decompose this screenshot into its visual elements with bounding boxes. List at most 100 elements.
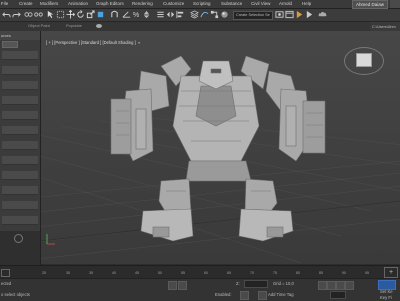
panel-header: urces — [0, 31, 40, 40]
select-region-icon[interactable] — [56, 10, 65, 19]
time-tag-icon[interactable] — [258, 291, 267, 300]
z-coordinate-field[interactable] — [244, 280, 268, 288]
timeline-tick: 40 — [112, 271, 116, 275]
perspective-viewport[interactable]: [ + ] [Perspective ] [Standard ] [Defaul… — [41, 31, 400, 264]
menu-item-modifiers[interactable]: Modifiers — [40, 1, 58, 6]
menu-item-animation[interactable]: Animation — [68, 1, 88, 6]
menu-item-file[interactable]: File — [1, 1, 8, 6]
set-key-label[interactable]: Set Ke — [380, 289, 393, 294]
align-icon[interactable] — [176, 10, 185, 19]
mirror-icon[interactable] — [166, 10, 175, 19]
grid-size: Grid = 10,0 — [273, 281, 294, 286]
world-axis-tripod — [46, 234, 55, 245]
mini-curve-editor-icon[interactable] — [1, 269, 10, 277]
time-track-bar[interactable]: 25 30 35 40 45 50 55 60 65 70 75 80 85 9… — [0, 265, 400, 278]
timeline-tick: 50 — [158, 271, 162, 275]
curve-editor-icon[interactable] — [200, 10, 209, 19]
edit-named-selection-icon[interactable] — [156, 10, 165, 19]
selection-status: ected — [1, 281, 12, 286]
svg-text:%: % — [133, 10, 140, 19]
selection-set-dropdown[interactable]: Create Selection Se — [233, 11, 273, 20]
timeline-tick: 30 — [66, 271, 70, 275]
render-setup-icon[interactable] — [275, 10, 284, 19]
add-time-tag[interactable]: Add Time Tag — [268, 292, 294, 297]
spinner-snap-icon[interactable] — [142, 10, 151, 19]
go-to-start-icon[interactable] — [318, 281, 327, 290]
list-item[interactable] — [2, 96, 38, 105]
redo-icon[interactable] — [12, 10, 21, 19]
material-editor-icon[interactable] — [220, 10, 229, 19]
schematic-view-icon[interactable] — [210, 10, 219, 19]
enabled-label: Enabled: — [215, 292, 232, 297]
next-frame-icon[interactable] — [345, 281, 354, 290]
list-item[interactable] — [2, 81, 38, 90]
menu-item-edit[interactable]: Create — [19, 1, 33, 6]
panel-dropdown[interactable] — [2, 41, 18, 48]
render-production-icon[interactable] — [295, 10, 304, 19]
unlink-icon[interactable] — [34, 10, 43, 19]
menu-item-scripting[interactable]: Scripting — [193, 1, 211, 6]
rotate-icon[interactable] — [76, 10, 85, 19]
timeline-tick: 55 — [181, 271, 185, 275]
list-item[interactable] — [2, 171, 38, 180]
menu-item-graph-editors[interactable]: Graph Editors — [96, 1, 124, 6]
lock-selection-icon[interactable] — [168, 281, 177, 290]
project-path: C:\Users\Ahm — [372, 25, 396, 29]
key-filters-label[interactable]: Key Fi — [380, 295, 392, 300]
timeline-tick: 45 — [135, 271, 139, 275]
select-icon[interactable] — [46, 10, 55, 19]
layer-icon[interactable] — [14, 234, 23, 243]
menu-item-arnold[interactable]: Arnold — [279, 1, 292, 6]
eye-icon[interactable] — [96, 24, 102, 28]
timeline-tick: 90 — [342, 271, 346, 275]
previous-frame-icon[interactable] — [327, 281, 336, 290]
a360-cloud-icon[interactable] — [318, 10, 327, 19]
menu-item-civil-view[interactable]: Civil View — [251, 1, 270, 6]
tab-populate[interactable]: Populate — [66, 23, 82, 28]
status-bar: ected o select objects Z: Grid = 10,0 Ad… — [0, 278, 400, 301]
menu-item-customize[interactable]: Customize — [163, 1, 184, 6]
play-icon[interactable] — [336, 281, 345, 290]
absolute-mode-icon[interactable] — [178, 281, 187, 290]
list-item[interactable] — [2, 216, 38, 225]
timeline-tick: 80 — [296, 271, 300, 275]
move-icon[interactable] — [66, 10, 75, 19]
list-item[interactable] — [2, 111, 38, 120]
menu-item-substance[interactable]: Substance — [221, 1, 242, 6]
timeline-tick: 35 — [89, 271, 93, 275]
menu-item-rendering[interactable]: Rendering — [132, 1, 153, 6]
place-icon[interactable] — [96, 10, 105, 19]
menu-bar: File Create Modifiers Animation Graph Ed… — [0, 0, 400, 9]
timeline-tick: 70 — [250, 271, 254, 275]
link-icon[interactable] — [24, 10, 33, 19]
viewcube[interactable] — [356, 53, 372, 67]
timeline-tick: 95 — [365, 271, 369, 275]
list-item[interactable] — [2, 126, 38, 135]
scene-explorer-panel: urces — [0, 31, 41, 265]
rendered-frame-window-icon[interactable] — [285, 10, 294, 19]
timeline-tick: 60 — [204, 271, 208, 275]
add-keyframe-icon[interactable]: + — [384, 267, 398, 278]
list-item[interactable] — [2, 201, 38, 210]
menu-item-help[interactable]: Help — [302, 1, 311, 6]
list-item[interactable] — [2, 156, 38, 165]
enabled-toggle[interactable] — [240, 291, 249, 300]
current-frame-field[interactable] — [330, 291, 346, 299]
layer-explorer-icon[interactable] — [190, 10, 199, 19]
list-item[interactable] — [2, 66, 38, 75]
window-controls[interactable] — [390, 0, 400, 8]
list-item[interactable] — [2, 186, 38, 195]
scale-icon[interactable] — [86, 10, 95, 19]
snap-toggle-icon[interactable] — [110, 10, 119, 19]
user-account[interactable]: Ahmed Daiaw — [351, 0, 388, 9]
undo-icon[interactable] — [2, 10, 11, 19]
angle-snap-icon[interactable] — [122, 10, 131, 19]
list-item[interactable] — [2, 141, 38, 150]
render-iterative-icon[interactable] — [305, 10, 314, 19]
panel-title: urces — [1, 33, 11, 38]
percent-snap-icon[interactable]: % — [132, 10, 141, 19]
list-item[interactable] — [2, 51, 38, 60]
tab-object-paint[interactable]: Object Paint — [28, 23, 50, 28]
timeline-tick: 85 — [319, 271, 323, 275]
z-coordinate-label: Z: — [236, 281, 240, 286]
